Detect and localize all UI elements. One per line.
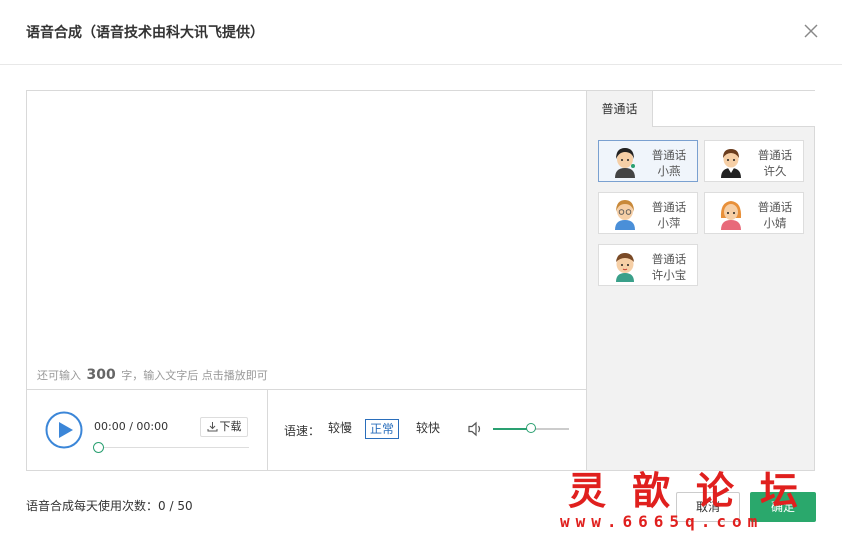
voice-label: 普通话 小燕 xyxy=(651,148,687,178)
close-icon[interactable] xyxy=(804,24,818,38)
voice-selector: 普通话 普通话 小燕 普通话 许久 普通话 小萍 普通话 小婧 普通话 许小宝 xyxy=(586,91,815,470)
input-hint: 还可输入 300 字，输入文字后 点击播放即可 xyxy=(37,367,268,383)
tab-mandarin[interactable]: 普通话 xyxy=(587,91,653,127)
volume-knob[interactable] xyxy=(526,423,536,433)
watermark-url: www.6665q.com xyxy=(560,512,764,531)
speed-normal[interactable]: 正常 xyxy=(365,419,400,439)
child-avatar-icon xyxy=(616,253,634,282)
voice-xiaoyan[interactable]: 普通话 小燕 xyxy=(598,140,698,182)
voice-label: 普通话 小萍 xyxy=(651,200,687,230)
usage-info: 语音合成每天使用次数：0 / 50 xyxy=(26,499,193,513)
female-glasses-avatar-icon xyxy=(615,200,635,230)
speed-fast[interactable]: 较快 xyxy=(412,419,444,439)
watermark-title: 灵歆论坛 xyxy=(568,468,825,513)
playback-controls: 00:00 / 00:00 下载 xyxy=(27,390,268,471)
voice-label: 普通话 许久 xyxy=(757,148,793,178)
synthesis-panel: 还可输入 300 字，输入文字后 点击播放即可 00:00 / 00:00 下载… xyxy=(26,90,815,471)
voice-xiaoping[interactable]: 普通话 小萍 xyxy=(598,192,698,234)
voice-xiaojing[interactable]: 普通话 小婧 xyxy=(704,192,804,234)
dialog-title: 语音合成（语音技术由科大讯飞提供） xyxy=(26,25,264,41)
download-button[interactable]: 下载 xyxy=(200,417,248,437)
voice-label: 普通话 许小宝 xyxy=(651,252,687,282)
download-icon xyxy=(207,422,217,432)
text-input-area[interactable]: 还可输入 300 字，输入文字后 点击播放即可 xyxy=(27,91,586,389)
speed-label: 语速： xyxy=(284,424,321,438)
progress-track[interactable] xyxy=(93,442,249,453)
voice-label: 普通话 小婧 xyxy=(757,200,793,230)
male-avatar-icon xyxy=(721,149,741,178)
volume-icon[interactable] xyxy=(467,421,485,437)
female-orange-avatar-icon xyxy=(720,201,742,230)
usage-count: 0 / 50 xyxy=(158,499,193,513)
speed-slow[interactable]: 较慢 xyxy=(324,419,356,439)
remaining-count: 300 xyxy=(86,367,116,383)
header-divider xyxy=(0,64,842,65)
progress-knob[interactable] xyxy=(93,442,104,453)
voice-xuxiaobao[interactable]: 普通话 许小宝 xyxy=(598,244,698,286)
player-bar: 00:00 / 00:00 下载 语速： 较慢 正常 较快 xyxy=(27,389,586,471)
volume-slider[interactable] xyxy=(493,423,569,433)
voice-xujiu[interactable]: 普通话 许久 xyxy=(704,140,804,182)
voice-tabs: 普通话 xyxy=(587,91,815,127)
playback-time: 00:00 / 00:00 xyxy=(94,420,169,433)
play-icon[interactable] xyxy=(45,411,83,449)
female-avatar-icon xyxy=(615,148,635,178)
